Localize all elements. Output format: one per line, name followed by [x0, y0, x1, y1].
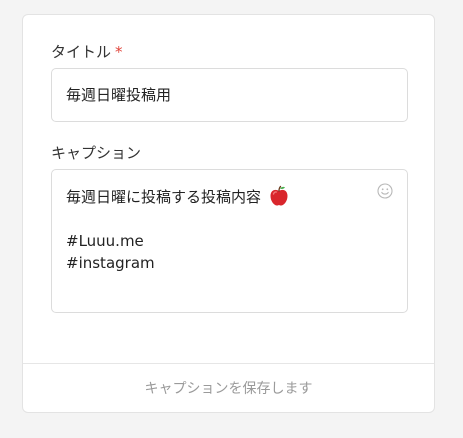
caption-line-3: #instagram	[66, 254, 155, 272]
title-input[interactable]: 毎週日曜投稿用	[51, 68, 408, 122]
caption-label: キャプション	[51, 144, 142, 162]
title-label: タイトル *	[51, 42, 123, 62]
caption-form-card: タイトル * 毎週日曜投稿用 キャプション 毎週日曜に投稿する投稿内容 #Luuu…	[22, 14, 435, 413]
caption-textarea[interactable]: 毎週日曜に投稿する投稿内容 #Luuu.me #instagram	[51, 169, 408, 313]
caption-line-1: 毎週日曜に投稿する投稿内容	[66, 185, 289, 209]
smiley-icon[interactable]	[377, 183, 393, 199]
red-apple-icon	[270, 185, 288, 206]
title-label-text: タイトル	[51, 43, 112, 61]
caption-line-1-text: 毎週日曜に投稿する投稿内容	[66, 188, 262, 206]
save-caption-button[interactable]: キャプションを保存します	[23, 364, 434, 413]
required-mark: *	[115, 43, 123, 61]
caption-line-2: #Luuu.me	[66, 232, 144, 250]
